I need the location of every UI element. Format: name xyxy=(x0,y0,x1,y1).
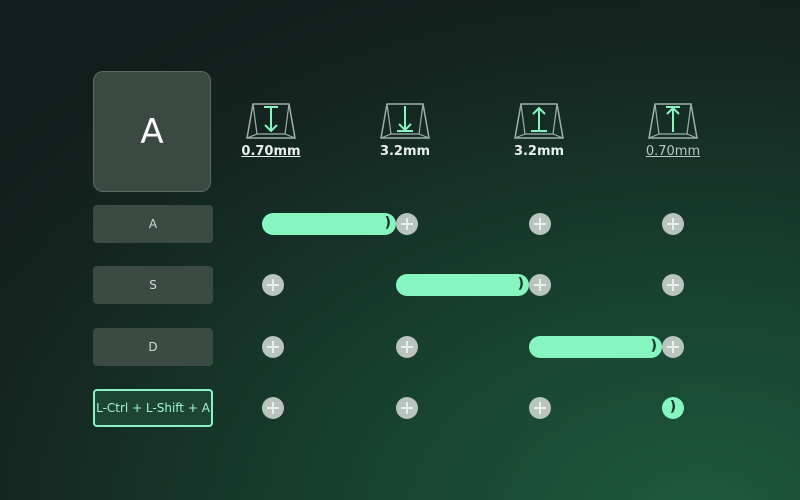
action-point[interactable]: ) xyxy=(662,397,684,419)
add-icon[interactable] xyxy=(662,274,684,296)
add-icon[interactable] xyxy=(262,397,284,419)
key-release-top-arrow-icon xyxy=(633,100,713,140)
bar-end-cap: ) xyxy=(650,338,657,354)
add-icon[interactable] xyxy=(662,336,684,358)
add-icon[interactable] xyxy=(396,397,418,419)
action-bar[interactable]: ) xyxy=(396,274,529,296)
add-icon[interactable] xyxy=(262,274,284,296)
add-icon[interactable] xyxy=(396,336,418,358)
key-press-bottom-arrow-icon xyxy=(365,100,445,140)
row-key-label: A xyxy=(148,217,158,231)
row-key-s[interactable]: S xyxy=(93,266,213,304)
add-icon[interactable] xyxy=(529,213,551,235)
row-key-label: D xyxy=(148,340,158,354)
bar-end-cap: ) xyxy=(669,399,677,415)
column-header-2[interactable]: 3.2mm xyxy=(365,100,445,159)
key-preview: A xyxy=(93,71,211,192)
add-icon[interactable] xyxy=(529,274,551,296)
column-value-4[interactable]: 0.70mm xyxy=(633,144,713,159)
column-header-3[interactable]: 3.2mm xyxy=(499,100,579,159)
column-value-2: 3.2mm xyxy=(379,144,431,159)
key-preview-label: A xyxy=(140,111,164,152)
bar-end-cap: ) xyxy=(384,215,391,231)
add-icon[interactable] xyxy=(396,213,418,235)
column-value-3: 3.2mm xyxy=(513,144,565,159)
add-icon[interactable] xyxy=(662,213,684,235)
bar-end-cap: ) xyxy=(517,276,524,292)
row-key-combo[interactable]: L-Ctrl + L-Shift + A xyxy=(93,389,213,427)
key-press-down-arrow-icon xyxy=(231,100,311,140)
row-key-d[interactable]: D xyxy=(93,328,213,366)
row-key-label: L-Ctrl + L-Shift + A xyxy=(96,401,210,415)
action-bar[interactable]: ) xyxy=(262,213,396,235)
row-key-a[interactable]: A xyxy=(93,205,213,243)
add-icon[interactable] xyxy=(262,336,284,358)
add-icon[interactable] xyxy=(529,397,551,419)
column-header-1[interactable]: 0.70mm xyxy=(231,100,311,159)
action-bar[interactable]: ) xyxy=(529,336,662,358)
key-release-up-arrow-icon xyxy=(499,100,579,140)
column-value-1[interactable]: 0.70mm xyxy=(231,144,311,159)
column-header-4[interactable]: 0.70mm xyxy=(633,100,713,159)
row-key-label: S xyxy=(149,278,157,292)
